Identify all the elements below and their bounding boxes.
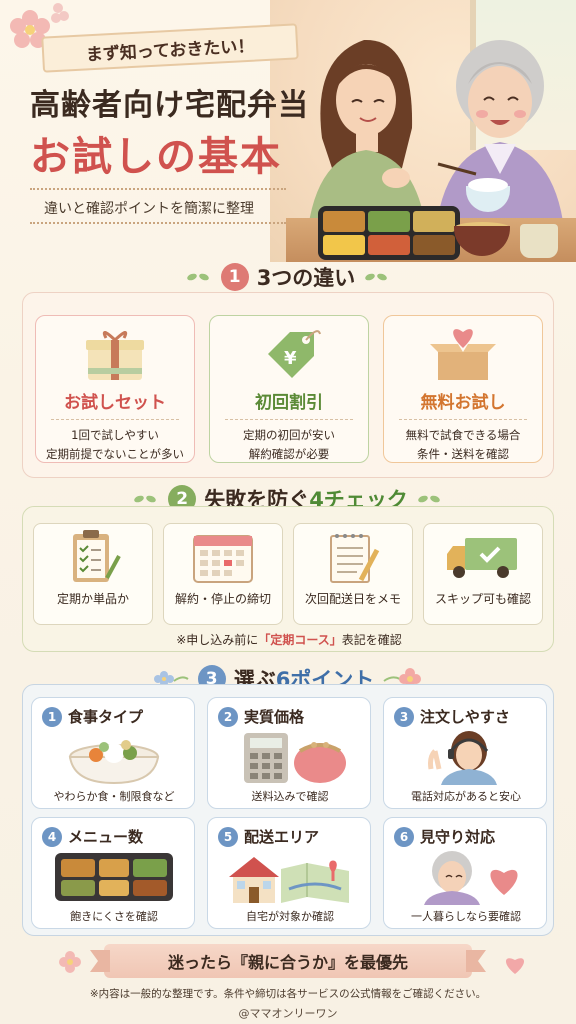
tea-cup-illustration (520, 224, 558, 258)
card-text: 1回で試しやすい (71, 428, 159, 442)
elder-heart-icon (424, 851, 518, 905)
card-text: 定期の初回が安い (243, 428, 335, 442)
page-title-line1: 高齢者向け宅配弁当 (30, 88, 309, 123)
check-card-next-delivery: 次回配送日をメモ (293, 523, 413, 625)
card-title: お試しセット (64, 393, 166, 413)
check-label: 次回配送日をメモ (304, 592, 401, 606)
point-desc: 電話対応があると安心 (411, 790, 521, 803)
divider (399, 419, 527, 420)
point-desc: 送料込みで確認 (251, 790, 329, 803)
point-desc: 自宅が対象か確認 (246, 910, 334, 923)
check-label: スキップ可も確認 (434, 592, 531, 606)
page-subtitle: 違いと確認ポイントを簡潔に整理 (44, 201, 254, 217)
svg-text:¥: ¥ (284, 348, 297, 369)
check-label: 定期か単品か (56, 592, 129, 606)
divider (51, 419, 179, 420)
operator-headset-icon (428, 731, 497, 785)
disclaimer-text: ※内容は一般的な整理です。条件や締切は各サービスの公式情報をご確認ください。 (89, 988, 487, 1000)
check-card-cancel-deadline: 解約・停止の締切 (163, 523, 283, 625)
heart-icon (505, 958, 525, 974)
heart-box-icon (430, 329, 496, 380)
calendar-icon (193, 535, 253, 583)
point-number: 1 (42, 706, 62, 727)
card-text: 無料で試食できる場合 (405, 428, 521, 442)
card-title: 無料お試し (420, 393, 506, 413)
difference-card-first-discount: ¥ 初回割引 定期の初回が安い 解約確認が必要 (209, 315, 369, 463)
divider (30, 188, 286, 190)
infographic-page: まず知っておきたい！ 高齢者向け宅配弁当 お試しの基本 違いと確認ポイントを簡潔… (0, 0, 576, 1024)
calculator-purse-icon (244, 733, 346, 783)
section3-panel: 1 食事タイプ やわらか食・制限食など 2 実質価格 送料込みで確認 3 注文し… (22, 684, 554, 936)
point-title: 実質価格 (244, 708, 305, 726)
point-desc: 飽きにくさを確認 (70, 910, 158, 923)
point-card-real-price: 2 実質価格 送料込みで確認 (207, 697, 371, 809)
divider (225, 419, 353, 420)
point-card-menu-count: 4 メニュー数 飽きにくさを確認 (31, 817, 195, 929)
price-tag-icon: ¥ (268, 330, 321, 378)
subscription-note: ※申し込み前に「定期コース」表記を確認 (23, 631, 555, 648)
card-text: 条件・送料を確認 (417, 447, 509, 461)
check-card-subscription-type: 定期か単品か (33, 523, 153, 625)
point-number: 6 (394, 826, 414, 847)
difference-card-free-trial: 無料お試し 無料で試食できる場合 条件・送料を確認 (383, 315, 543, 463)
divider (30, 222, 286, 224)
point-desc: やわらか食・制限食など (53, 790, 175, 803)
bento-box-illustration (318, 206, 460, 260)
point-number: 2 (218, 706, 238, 727)
author-credit: @ママオンリーワン (238, 1007, 338, 1020)
intro-ribbon: まず知っておきたい！ (41, 23, 299, 73)
priority-banner: 迷ったら『親に合うか』を最優先 (104, 944, 472, 978)
section2-panel: 定期か単品か 解約・停止の締切 次回配送日をメモ スキップ可も確認 ※申し込み前… (22, 506, 554, 652)
point-card-delivery-area: 5 配送エリア 自宅が対象か確認 (207, 817, 371, 929)
point-desc: 一人暮らしなら要確認 (411, 910, 521, 923)
point-title: メニュー数 (68, 828, 144, 846)
blossom-icon (59, 951, 81, 973)
bento-tray-icon (55, 853, 173, 901)
leaf-icon (363, 270, 391, 284)
house-map-icon (229, 857, 349, 903)
note-quote: 「定期コース」 (258, 633, 342, 647)
leaf-icon (185, 270, 213, 284)
page-title-line2: お試しの基本 (30, 134, 282, 180)
note-prefix: ※申し込み前に (176, 633, 259, 647)
note-suffix: 表記を確認 (341, 633, 402, 647)
point-title: 食事タイプ (68, 708, 144, 726)
section1-title: 3つの違い (256, 266, 356, 290)
point-card-watch-service: 6 見守り対応 一人暮らしなら要確認 (383, 817, 547, 929)
leaf-icon (416, 492, 444, 506)
card-text: 定期前提でないことが多い (46, 447, 184, 461)
notepad-pencil-icon (330, 534, 380, 583)
section1-heading: 1 3つの違い (0, 262, 576, 292)
check-card-skip-option: スキップ可も確認 (423, 523, 543, 625)
clipboard-checklist-icon (73, 530, 121, 582)
card-title: 初回割引 (255, 393, 323, 413)
rice-illustration (468, 178, 508, 192)
meal-bowl-icon (68, 740, 160, 785)
point-card-easy-order: 3 注文しやすさ 電話対応があると安心 (383, 697, 547, 809)
point-number: 5 (218, 826, 238, 847)
point-card-meal-type: 1 食事タイプ やわらか食・制限食など (31, 697, 195, 809)
point-number: 3 (394, 706, 414, 727)
section1-panel: お試しセット 1回で試しやすい 定期前提でないことが多い ¥ 初回割引 定期の初… (22, 292, 554, 478)
card-text: 解約確認が必要 (248, 447, 330, 461)
point-title: 見守り対応 (420, 828, 496, 846)
check-label: 解約・停止の締切 (174, 592, 271, 606)
delivery-truck-icon (447, 538, 517, 578)
point-number: 4 (42, 826, 62, 847)
point-title: 注文しやすさ (420, 708, 510, 726)
point-title: 配送エリア (244, 828, 320, 846)
leaf-icon (132, 492, 160, 506)
section1-number: 1 (220, 263, 249, 291)
header: まず知っておきたい！ 高齢者向け宅配弁当 お試しの基本 違いと確認ポイントを簡潔… (0, 0, 576, 262)
difference-card-trial-set: お試しセット 1回で試しやすい 定期前提でないことが多い (35, 315, 195, 463)
gift-box-icon (86, 331, 144, 380)
